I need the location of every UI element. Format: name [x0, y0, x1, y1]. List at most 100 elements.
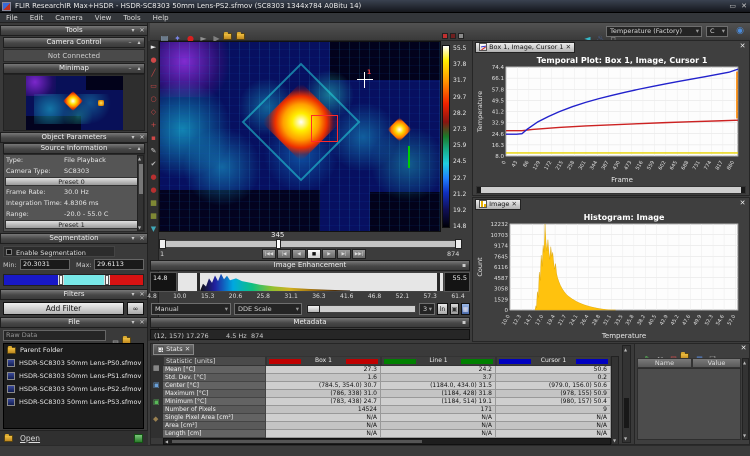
range-handle-right[interactable]	[741, 187, 745, 193]
scroll-thumb[interactable]	[172, 440, 422, 443]
enhancement-high-box[interactable]: 55.5	[444, 272, 470, 292]
scroll-up-icon[interactable]: ▲	[624, 347, 627, 352]
collapse-icon[interactable]: –	[126, 39, 134, 47]
slider-end-handle[interactable]	[455, 239, 462, 249]
value-column-header[interactable]: Value	[692, 358, 741, 368]
stats-vscrollbar[interactable]: ▼	[611, 356, 619, 445]
palette-marker-icon[interactable]	[442, 33, 448, 39]
scroll-left-icon[interactable]: ◀	[165, 439, 168, 444]
scroll-down-icon[interactable]: ▼	[624, 436, 627, 441]
grid-a-icon[interactable]: ▦	[148, 199, 159, 207]
segment-color-2[interactable]	[110, 275, 143, 285]
ellipse-tool-icon[interactable]: ○	[148, 95, 159, 103]
stats-hscrollbar[interactable]: ◀	[163, 438, 611, 445]
stats-header-box-1[interactable]: Box 1	[266, 356, 381, 366]
namevalue-scrollbar[interactable]: ▲ ▼	[742, 358, 749, 440]
scroll-up-icon[interactable]: ▲	[138, 156, 141, 161]
file-filter-input[interactable]: Raw Data	[3, 330, 106, 341]
prev-frame-button[interactable]: |◀	[277, 249, 291, 259]
dde-slider[interactable]	[306, 305, 416, 313]
options-icon[interactable]: ▪	[460, 262, 468, 270]
cross-tool-icon[interactable]: +	[148, 121, 159, 129]
stats-export-icon[interactable]: ▣	[153, 398, 160, 406]
level-spinner[interactable]: 3▾	[419, 303, 435, 315]
preset-bar[interactable]: Preset 1	[5, 220, 138, 229]
filter-loop-button[interactable]: ∞	[127, 302, 144, 315]
segment-color-1[interactable]	[64, 275, 104, 285]
palette-marker-icon[interactable]	[458, 33, 464, 39]
close-icon[interactable]: ✕	[138, 235, 146, 243]
export-strip-icon[interactable]: ▼	[148, 225, 159, 233]
open-folder-icon[interactable]	[4, 435, 13, 442]
thermal-image[interactable]: 1	[159, 41, 441, 232]
minimap-image[interactable]	[26, 76, 123, 130]
save-session-icon[interactable]	[236, 33, 245, 40]
temporal-scrollbar[interactable]	[476, 186, 746, 194]
name-column-header[interactable]: Name	[637, 358, 692, 368]
lock-button[interactable]: ▣	[450, 303, 459, 315]
segment-handle[interactable]	[105, 275, 109, 285]
enhancement-low-box[interactable]: 14.8	[150, 272, 177, 292]
segmentation-colorband[interactable]	[3, 274, 144, 286]
frame-slider[interactable]	[159, 240, 462, 248]
palette-marker-icon[interactable]	[450, 33, 456, 39]
open-session-icon[interactable]	[223, 33, 232, 40]
refresh-icon[interactable]	[134, 434, 143, 443]
panel-close-icon[interactable]: ✕	[738, 42, 747, 51]
segment-color-0[interactable]	[4, 275, 58, 285]
ln-button[interactable]: ln	[437, 303, 448, 315]
line1-roi[interactable]	[408, 146, 410, 168]
scroll-down-icon[interactable]: ▼	[613, 438, 616, 443]
grid-b-icon[interactable]: ▦	[148, 212, 159, 220]
minimap-header[interactable]: Minimap–▴	[3, 63, 145, 74]
source-info-header[interactable]: Source Information–▴	[3, 143, 145, 154]
scroll-down-icon[interactable]: ▼	[138, 225, 141, 230]
stop-button[interactable]: ■	[307, 249, 321, 259]
line-tool-icon[interactable]: ╱	[148, 69, 159, 77]
first-frame-button[interactable]: |◀◀	[262, 249, 276, 259]
stats-header-cursor-1[interactable]: Cursor 1	[496, 356, 611, 366]
menu-item-edit[interactable]: Edit	[24, 13, 50, 23]
stats-header-line-1[interactable]: Line 1	[381, 356, 496, 366]
panel-close-icon[interactable]: ✕	[738, 199, 747, 208]
expand-icon[interactable]: ▴	[135, 65, 143, 73]
range-handle-left[interactable]	[477, 187, 481, 193]
close-icon[interactable]: ✕	[512, 200, 517, 208]
collapse-icon[interactable]: –	[126, 65, 134, 73]
box1-roi[interactable]	[311, 115, 338, 142]
minimize-button[interactable]: ▭	[729, 2, 736, 10]
pin-icon[interactable]: ▾	[129, 27, 137, 35]
scroll-up-icon[interactable]: ▲	[743, 360, 746, 365]
menu-item-camera[interactable]: Camera	[49, 13, 88, 23]
scroll-down-icon[interactable]: ▼	[743, 433, 746, 438]
close-button[interactable]: ✕	[741, 2, 747, 10]
slider-position-handle[interactable]	[276, 239, 281, 249]
file-list-item[interactable]: HSDR-SC8303 50mm Lens-PS2.sfmov	[4, 383, 143, 396]
pin-icon[interactable]: ▾	[129, 319, 137, 327]
expand-icon[interactable]: ▴	[135, 39, 143, 47]
spot-tool-icon[interactable]: ●	[148, 56, 159, 64]
histogram-tab[interactable]: Image ✕	[475, 199, 521, 210]
info-icon[interactable]: ◉	[736, 26, 744, 36]
dde-slider-handle[interactable]	[307, 305, 320, 313]
preset-bar[interactable]: Preset 0	[5, 177, 138, 186]
close-icon[interactable]: ✕	[185, 345, 190, 353]
pin-icon[interactable]: ▾	[129, 291, 137, 299]
seg-min-input[interactable]: 20.3031	[20, 259, 70, 270]
polygon-tool-icon[interactable]: ◇	[148, 108, 159, 116]
cursor1-marker[interactable]: 1	[357, 72, 373, 88]
enable-segmentation-checkbox[interactable]	[6, 249, 12, 255]
panel-scroll-column[interactable]: ▲ ▼	[622, 345, 631, 443]
palette-select[interactable]: Temperature (Factory)▾	[606, 26, 702, 37]
close-icon[interactable]: ✕	[138, 134, 146, 142]
close-icon[interactable]: ✕	[138, 291, 146, 299]
box-tool-icon[interactable]: ▭	[148, 82, 159, 90]
close-icon[interactable]: ✕	[138, 27, 146, 35]
slider-start-handle[interactable]	[159, 239, 166, 249]
file-list-item[interactable]: HSDR-SC8303 50mm Lens-PS0.sfmov	[4, 357, 143, 370]
scroll-thumb[interactable]	[624, 398, 629, 428]
last-frame-button[interactable]: ▶▶|	[352, 249, 366, 259]
add-filter-button[interactable]: Add Filter	[3, 302, 124, 315]
menu-item-help[interactable]: Help	[147, 13, 175, 23]
stats-config-icon[interactable]: ◆	[153, 415, 158, 423]
